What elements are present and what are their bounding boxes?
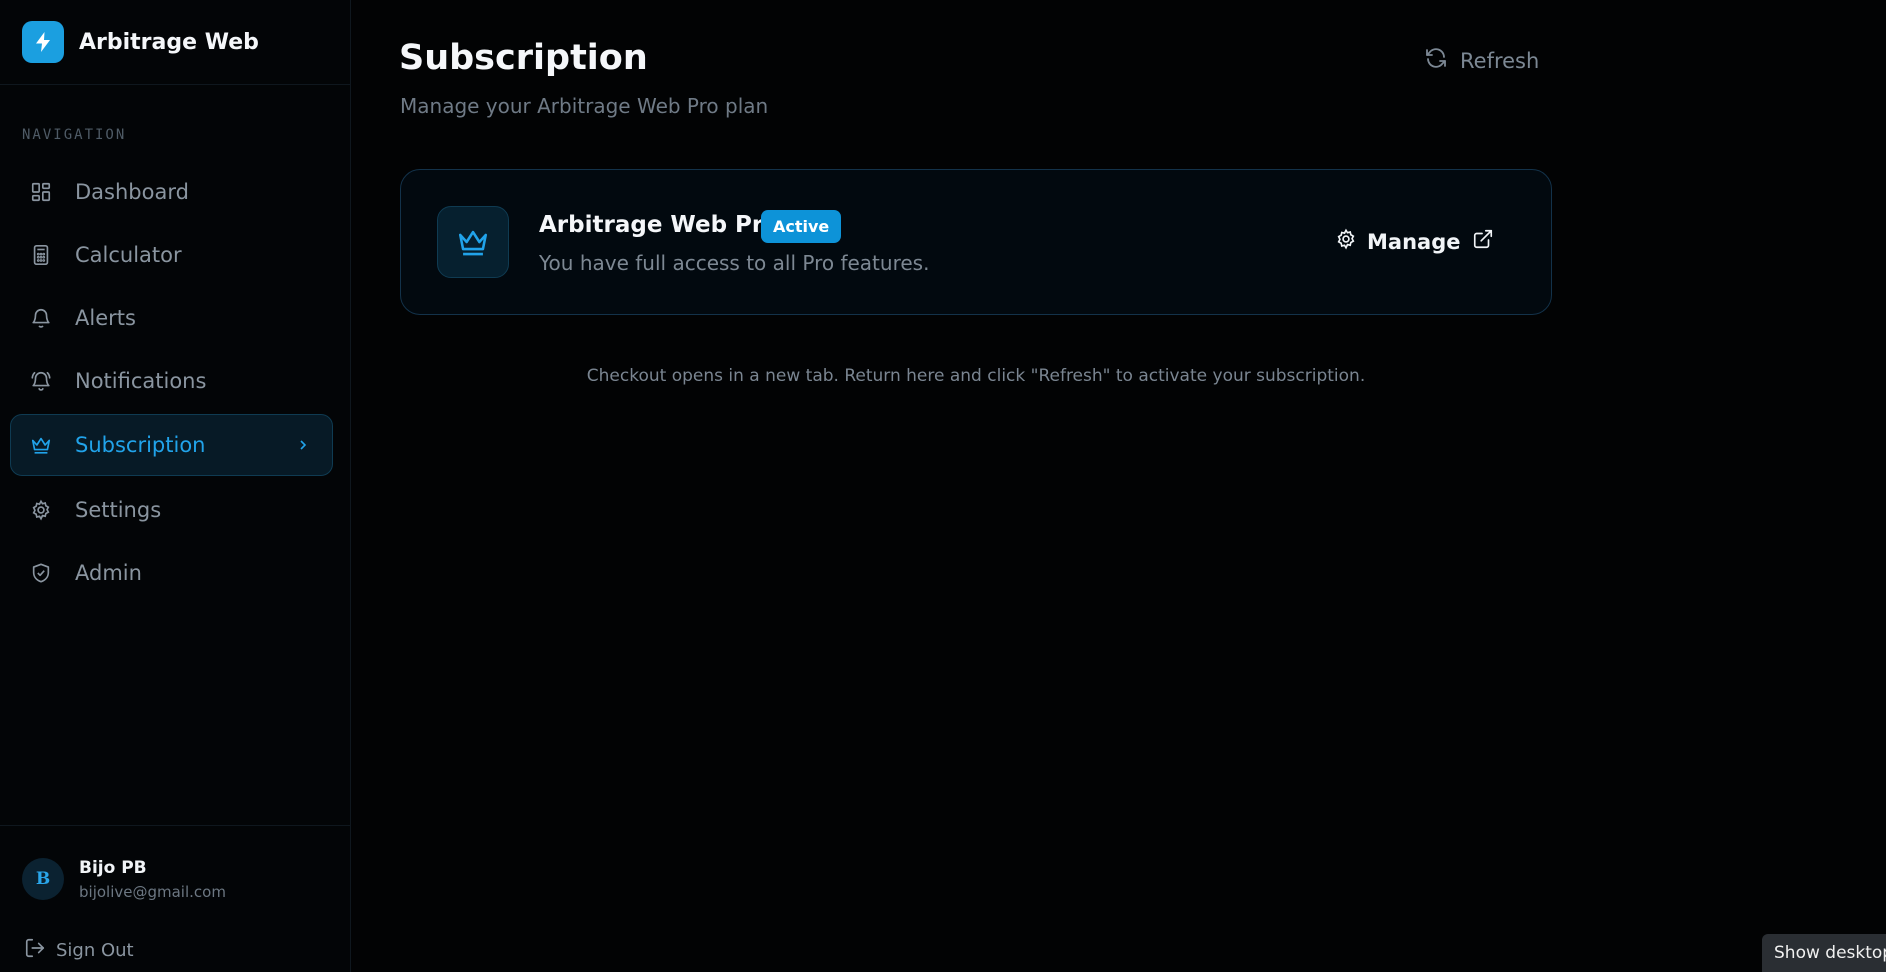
checkout-note: Checkout opens in a new tab. Return here… — [586, 366, 1366, 386]
manage-button[interactable]: Manage — [1335, 228, 1494, 255]
sidebar-item-settings[interactable]: Settings — [10, 479, 333, 541]
sign-out-button[interactable]: Sign Out — [24, 937, 134, 964]
sidebar-item-label: Alerts — [75, 306, 136, 330]
sign-out-label: Sign Out — [56, 940, 134, 961]
sidebar-nav: Dashboard Calculator Alerts Notification… — [10, 161, 333, 605]
crown-icon — [29, 433, 53, 457]
plan-description: You have full access to all Pro features… — [539, 251, 930, 275]
page-title: Subscription — [399, 38, 648, 78]
plan-name: Arbitrage Web Pro — [539, 212, 780, 238]
sidebar: Arbitrage Web NAVIGATION Dashboard Calcu… — [0, 0, 351, 972]
dashboard-grid-icon — [29, 180, 53, 204]
refresh-icon — [1424, 46, 1448, 75]
manage-label: Manage — [1367, 229, 1461, 254]
sidebar-item-label: Calculator — [75, 243, 182, 267]
app-name: Arbitrage Web — [79, 29, 259, 55]
sidebar-item-label: Notifications — [75, 369, 207, 393]
brand[interactable]: Arbitrage Web — [0, 0, 350, 85]
user-email: bijolive@gmail.com — [79, 883, 226, 901]
plan-card: Arbitrage Web Pro Active You have full a… — [400, 169, 1552, 315]
page-subtitle: Manage your Arbitrage Web Pro plan — [400, 94, 769, 118]
lightning-bolt-icon — [22, 21, 64, 63]
avatar: B — [22, 858, 64, 900]
sidebar-item-notifications[interactable]: Notifications — [10, 350, 333, 412]
user-name: Bijo PB — [79, 858, 147, 878]
main-content: Subscription Manage your Arbitrage Web P… — [352, 0, 1886, 972]
gear-icon — [1335, 228, 1357, 255]
crown-icon — [437, 206, 509, 278]
show-desktop-tooltip: Show desktop — [1762, 934, 1886, 972]
sidebar-item-calculator[interactable]: Calculator — [10, 224, 333, 286]
status-badge: Active — [761, 210, 842, 243]
sidebar-item-label: Admin — [75, 561, 142, 585]
sidebar-item-label: Subscription — [75, 433, 206, 457]
sidebar-item-admin[interactable]: Admin — [10, 542, 333, 604]
bell-ring-icon — [29, 369, 53, 393]
external-link-icon — [1472, 228, 1494, 255]
bell-icon — [29, 306, 53, 330]
sidebar-item-alerts[interactable]: Alerts — [10, 287, 333, 349]
sidebar-item-label: Dashboard — [75, 180, 189, 204]
gear-icon — [29, 498, 53, 522]
user-panel: B Bijo PB bijolive@gmail.com Sign Out — [0, 825, 350, 972]
refresh-button[interactable]: Refresh — [1424, 46, 1539, 75]
sidebar-item-label: Settings — [75, 498, 162, 522]
refresh-label: Refresh — [1460, 48, 1540, 73]
chevron-right-icon — [296, 438, 310, 452]
sidebar-item-subscription[interactable]: Subscription — [10, 414, 333, 476]
app-window: Arbitrage Web NAVIGATION Dashboard Calcu… — [0, 0, 1886, 972]
shield-check-icon — [29, 561, 53, 585]
nav-heading: NAVIGATION — [22, 127, 127, 143]
log-out-icon — [24, 937, 46, 964]
sidebar-item-dashboard[interactable]: Dashboard — [10, 161, 333, 223]
calculator-icon — [29, 243, 53, 267]
